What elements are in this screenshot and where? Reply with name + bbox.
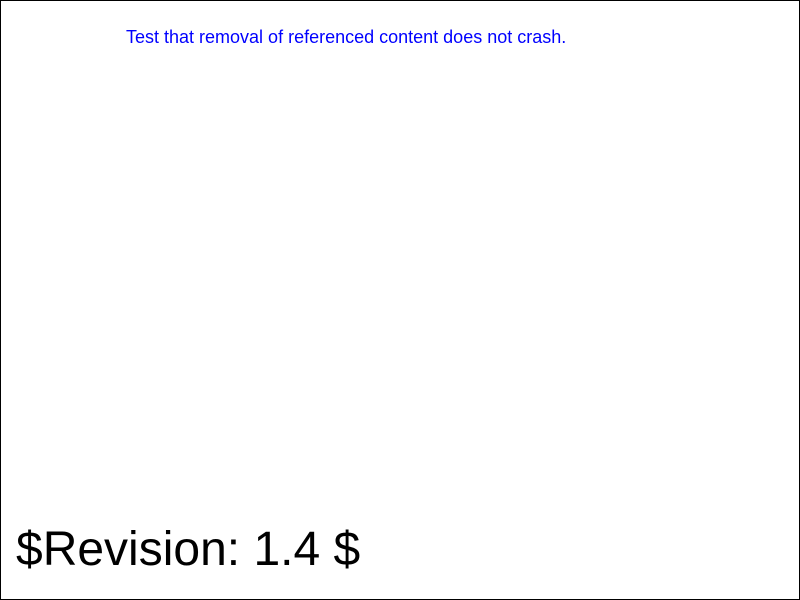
test-description: Test that removal of referenced content … <box>126 27 567 47</box>
revision-label: $Revision: 1.4 $ <box>16 523 361 576</box>
test-frame: Test that removal of referenced content … <box>0 0 800 600</box>
